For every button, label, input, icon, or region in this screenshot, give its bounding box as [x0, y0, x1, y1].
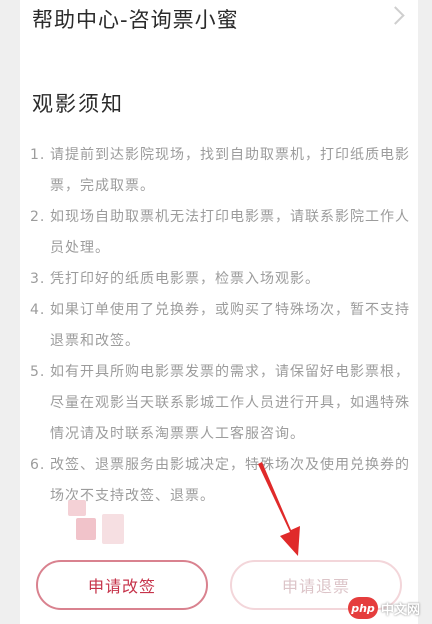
help-center-title: 帮助中心-咨询票小蜜 [32, 8, 239, 32]
notice-list: 1. 请提前到达影院现场，找到自助取票机，打印纸质电影票，完成取票。 2. 如现… [30, 140, 410, 512]
chevron-right-icon [386, 6, 405, 25]
notice-text: 如现场自助取票机无法打印电影票，请联系影院工作人员处理。 [50, 209, 410, 256]
notice-number: 5. [30, 364, 46, 380]
notice-text: 改签、退票服务由影城决定，特殊场次及使用兑换券的场次不支持改签、退票。 [50, 457, 410, 504]
notice-number: 3. [30, 271, 46, 287]
site-watermark: php 中文网 [348, 596, 428, 620]
blurred-decoration [68, 500, 86, 516]
notice-item: 5. 如有开具所购电影票发票的需求，请保留好电影票根，尽量在观影当天联系影城工作… [30, 357, 410, 450]
php-logo-icon: php [348, 597, 378, 619]
blurred-decoration [76, 518, 96, 540]
watermark-text: 中文网 [381, 602, 421, 618]
notice-text: 凭打印好的纸质电影票，检票入场观影。 [50, 271, 320, 287]
request-change-button[interactable]: 申请改签 [36, 560, 208, 610]
red-arrow-icon [258, 462, 300, 556]
notice-text: 如果订单使用了兑换券，或购买了特殊场次，暂不支持退票和改签。 [50, 302, 410, 349]
notice-number: 2. [30, 209, 46, 225]
notice-text: 请提前到达影院现场，找到自助取票机，打印纸质电影票，完成取票。 [50, 147, 410, 194]
notice-text: 如有开具所购电影票发票的需求，请保留好电影票根，尽量在观影当天联系影城工作人员进… [50, 364, 410, 442]
blurred-decoration [102, 514, 124, 544]
notice-item: 1. 请提前到达影院现场，找到自助取票机，打印纸质电影票，完成取票。 [30, 140, 410, 202]
help-card: 帮助中心-咨询票小蜜 观影须知 1. 请提前到达影院现场，找到自助取票机，打印纸… [20, 0, 418, 624]
notice-number: 4. [30, 302, 46, 318]
notice-number: 6. [30, 457, 46, 473]
notice-number: 1. [30, 147, 46, 163]
notice-item: 6. 改签、退票服务由影城决定，特殊场次及使用兑换券的场次不支持改签、退票。 [30, 450, 410, 512]
notice-item: 4. 如果订单使用了兑换券，或购买了特殊场次，暂不支持退票和改签。 [30, 295, 410, 357]
notice-item: 2. 如现场自助取票机无法打印电影票，请联系影院工作人员处理。 [30, 202, 410, 264]
section-title: 观影须知 [32, 92, 124, 116]
notice-item: 3. 凭打印好的纸质电影票，检票入场观影。 [30, 264, 410, 295]
help-center-row[interactable]: 帮助中心-咨询票小蜜 [20, 0, 418, 40]
